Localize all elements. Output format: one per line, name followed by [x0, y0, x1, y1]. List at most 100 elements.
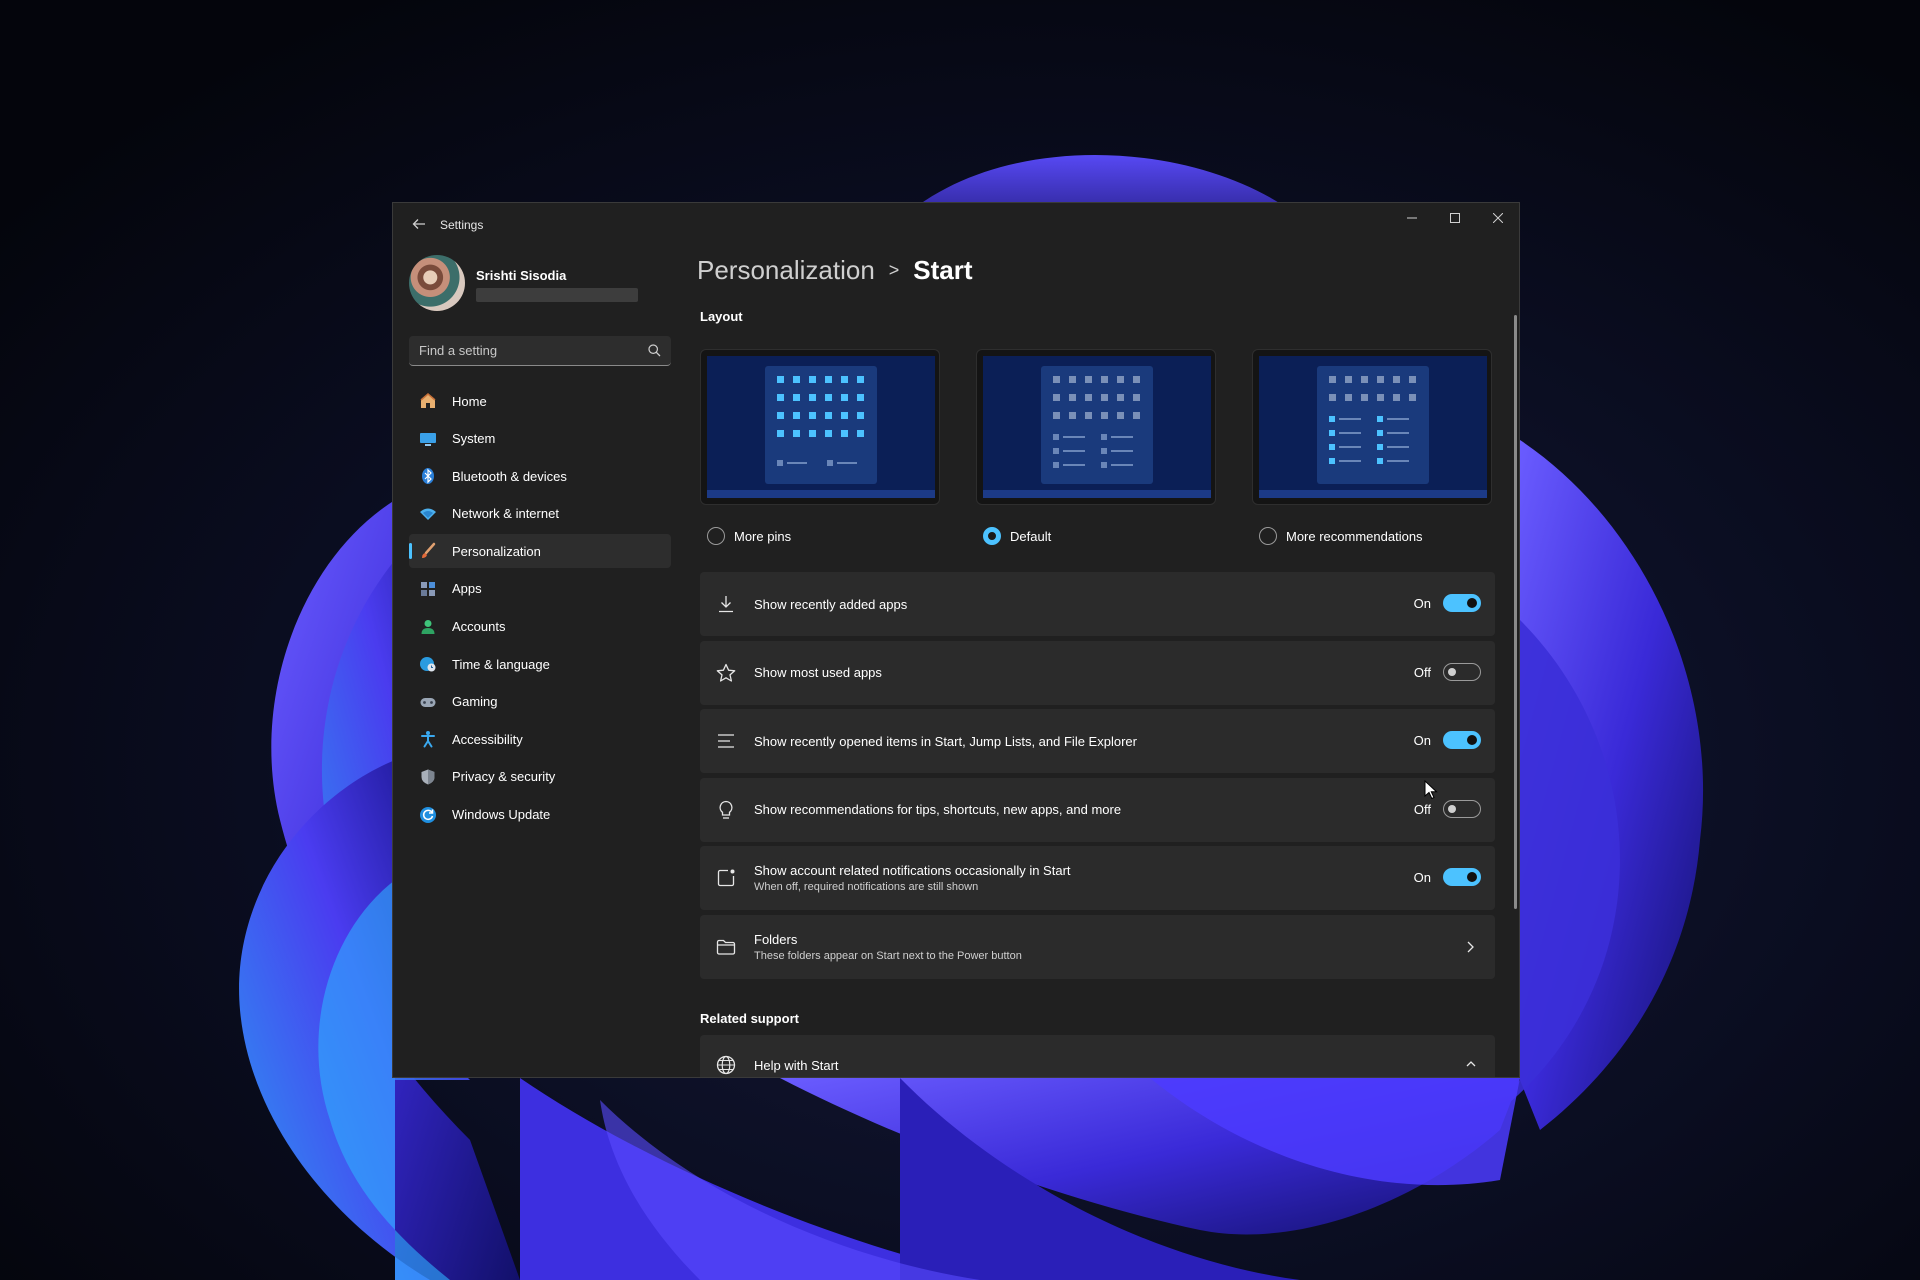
sidebar-item-label: Accounts — [452, 619, 506, 635]
sidebar-item-network[interactable]: Network & internet — [409, 497, 671, 531]
page-title: Start — [913, 255, 973, 285]
layout-preview-default[interactable] — [976, 349, 1216, 505]
setting-row-recently-opened-items[interactable]: Show recently opened items in Start, Jum… — [700, 709, 1495, 773]
layout-preview-more-pins[interactable] — [700, 349, 940, 505]
sidebar-nav: Home System Bluetooth & devices Network … — [409, 384, 671, 835]
user-profile[interactable]: Srishti Sisodia — [409, 255, 669, 313]
setting-text: Show recently opened items in Start, Jum… — [754, 709, 1137, 773]
layout-options — [700, 349, 1500, 509]
mouse-cursor-icon — [1424, 780, 1438, 800]
toggle-switch-recently-added-apps[interactable] — [1443, 594, 1481, 612]
maximize-icon — [1449, 213, 1460, 223]
breadcrumb-parent[interactable]: Personalization — [697, 255, 875, 286]
sidebar-item-apps[interactable]: Apps — [409, 572, 671, 606]
home-icon — [418, 391, 438, 411]
close-button[interactable] — [1476, 203, 1519, 233]
toggle-switch-account-notifications[interactable] — [1443, 868, 1481, 886]
radio-more-pins[interactable]: More pins — [707, 527, 791, 545]
sidebar-item-home[interactable]: Home — [409, 384, 671, 418]
layout-section-title: Layout — [700, 309, 743, 324]
sidebar-item-label: Privacy & security — [452, 769, 556, 785]
globe-icon — [716, 1055, 736, 1075]
download-icon — [719, 596, 733, 613]
star-icon — [716, 663, 736, 682]
sidebar-item-label: Home — [452, 393, 487, 409]
accessibility-icon — [418, 729, 438, 749]
setting-row-recommendations[interactable]: Show recommendations for tips, shortcuts… — [700, 777, 1495, 842]
toggle-state-label: On — [1413, 870, 1431, 885]
help-with-start-expander[interactable]: Help with Start — [700, 1035, 1495, 1077]
radio-more-recommendations[interactable]: More recommendations — [1259, 527, 1423, 545]
sidebar-item-bluetooth[interactable]: Bluetooth & devices — [409, 459, 671, 493]
sidebar-item-privacy-security[interactable]: Privacy & security — [409, 760, 671, 794]
maximize-button[interactable] — [1433, 203, 1476, 233]
back-button[interactable] — [407, 215, 431, 239]
scrollbar-thumb[interactable] — [1514, 315, 1517, 909]
setting-row-most-used-apps[interactable]: Show most used apps Off — [700, 640, 1495, 705]
gamepad-icon — [418, 692, 438, 712]
sidebar-item-windows-update[interactable]: Windows Update — [409, 798, 671, 832]
radio-circle-checked[interactable] — [983, 527, 1001, 545]
search-input[interactable] — [409, 336, 629, 364]
setting-description: When off, required notifications are sti… — [754, 881, 979, 893]
breadcrumb: Personalization > Start — [697, 255, 973, 286]
person-icon — [418, 617, 438, 637]
toggle-switch-recently-opened-items[interactable] — [1443, 731, 1481, 749]
notification-badge-icon — [717, 869, 735, 887]
setting-row-folders[interactable]: Folders These folders appear on Start ne… — [700, 914, 1495, 979]
setting-title: Show recently added apps — [754, 596, 908, 612]
apps-icon — [418, 579, 438, 599]
setting-row-account-notifications[interactable]: Show account related notifications occas… — [700, 846, 1495, 910]
toggle-switch-most-used-apps[interactable] — [1443, 662, 1481, 681]
setting-title: Show most used apps — [754, 665, 882, 680]
radio-circle[interactable] — [707, 527, 725, 545]
brush-icon — [418, 541, 438, 561]
sidebar-item-accounts[interactable]: Accounts — [409, 610, 671, 644]
toggle-state-label: Off — [1413, 664, 1431, 680]
radio-label: More recommendations — [1286, 528, 1423, 544]
setting-title: Show recently opened items in Start, Jum… — [754, 733, 1137, 749]
update-icon — [418, 805, 438, 825]
toggle-state-label: On — [1413, 596, 1431, 611]
sidebar-item-gaming[interactable]: Gaming — [409, 685, 671, 719]
list-icon — [718, 734, 734, 748]
radio-circle[interactable] — [1259, 527, 1277, 545]
profile-name: Srishti Sisodia — [476, 268, 567, 283]
setting-title: Show account related notifications occas… — [754, 863, 1071, 878]
radio-label: More pins — [734, 528, 792, 544]
settings-window: Settings Srishti Sisodia Find a setting … — [392, 202, 1520, 1078]
profile-email-redacted — [476, 288, 638, 302]
sidebar-item-personalization[interactable]: Personalization — [409, 534, 671, 569]
toggle-state-label: Off — [1413, 801, 1431, 817]
back-arrow-icon — [412, 219, 425, 229]
chevron-right-icon — [1467, 941, 1474, 952]
sidebar-item-label: Accessibility — [452, 731, 523, 747]
close-icon — [1492, 213, 1503, 223]
minimize-button[interactable] — [1390, 203, 1433, 233]
breadcrumb-separator: > — [888, 260, 900, 280]
window-controls — [1390, 203, 1519, 233]
globe-clock-icon — [418, 654, 438, 674]
start-settings-list: Show recently added apps On Show most us… — [700, 572, 1495, 983]
layout-preview-more-recommendations[interactable] — [1252, 349, 1492, 505]
sidebar-item-time-language[interactable]: Time & language — [409, 647, 671, 681]
help-title: Help with Start — [754, 1057, 839, 1073]
sidebar-item-label: System — [452, 431, 496, 447]
app-title: Settings — [440, 218, 484, 232]
minimize-icon — [1406, 217, 1417, 219]
wifi-icon — [418, 504, 438, 524]
system-icon — [418, 429, 438, 449]
toggle-switch-recommendations[interactable] — [1443, 799, 1481, 818]
search-icon — [648, 344, 661, 357]
sidebar-item-system[interactable]: System — [409, 422, 671, 456]
setting-text: Folders These folders appear on Start ne… — [754, 915, 1022, 979]
sidebar-item-label: Apps — [452, 581, 482, 597]
setting-title: Show recommendations for tips, shortcuts… — [754, 802, 1122, 817]
radio-default[interactable]: Default — [983, 527, 1051, 545]
setting-row-recently-added-apps[interactable]: Show recently added apps On — [700, 572, 1495, 636]
related-support-title: Related support — [700, 1011, 799, 1026]
sidebar-item-accessibility[interactable]: Accessibility — [409, 722, 671, 756]
setting-text: Show most used apps — [754, 641, 882, 705]
toggle-state-label: On — [1413, 733, 1431, 748]
sidebar-item-label: Windows Update — [452, 807, 551, 823]
